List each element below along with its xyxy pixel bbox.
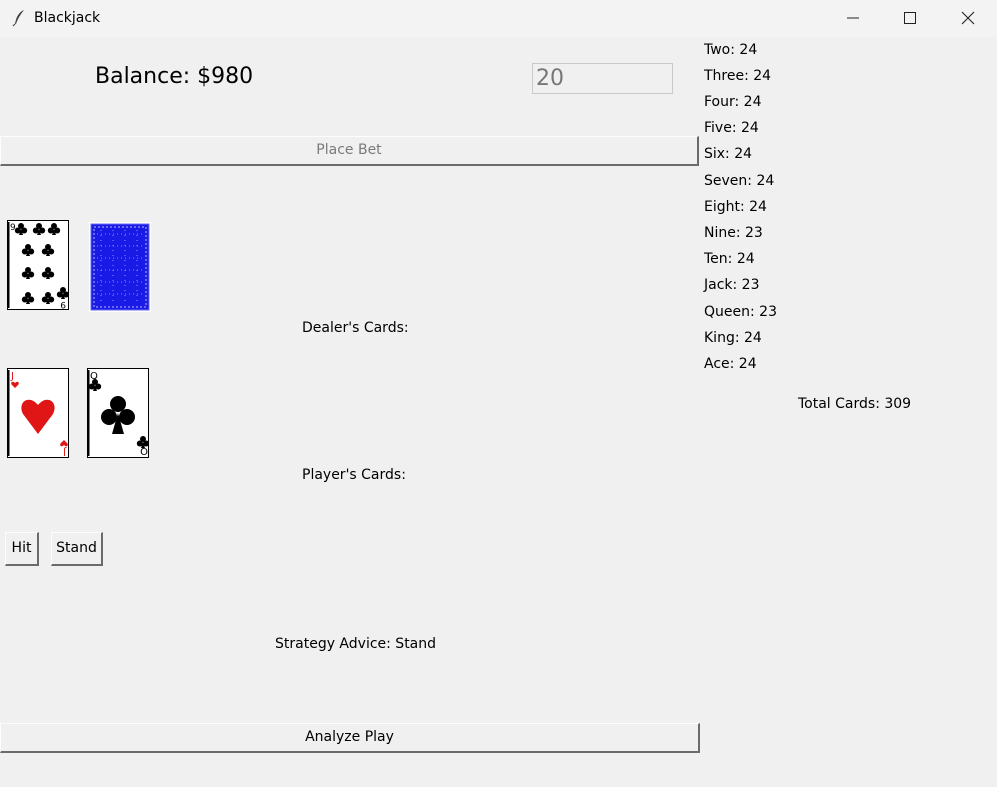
- count-ace: Ace: 24: [704, 356, 757, 372]
- maximize-button[interactable]: [881, 0, 939, 37]
- count-two: Two: 24: [704, 42, 758, 58]
- svg-text:9: 9: [60, 299, 66, 309]
- feather-icon: [12, 9, 26, 27]
- count-nine: Nine: 23: [704, 225, 763, 241]
- bet-input[interactable]: [532, 63, 673, 94]
- count-five: Five: 24: [704, 120, 759, 136]
- strategy-advice-label: Strategy Advice: Stand: [275, 636, 437, 652]
- close-button[interactable]: [939, 0, 997, 37]
- count-six: Six: 24: [704, 146, 753, 162]
- count-three: Three: 24: [704, 68, 772, 84]
- svg-text:Q: Q: [140, 445, 148, 456]
- minimize-button[interactable]: [824, 0, 882, 37]
- svg-text:J: J: [63, 446, 67, 457]
- count-eight: Eight: 24: [704, 199, 767, 215]
- place-bet-button[interactable]: Place Bet: [0, 136, 699, 166]
- dealer-card-back: [89, 222, 151, 312]
- analyze-play-button[interactable]: Analyze Play: [0, 723, 700, 753]
- hit-button[interactable]: Hit: [5, 532, 39, 566]
- stand-button[interactable]: Stand: [51, 532, 103, 566]
- count-seven: Seven: 24: [704, 173, 775, 189]
- count-king: King: 24: [704, 330, 762, 346]
- balance-label: Balance: $980: [95, 64, 254, 89]
- window-title: Blackjack: [34, 10, 101, 26]
- player-card-jack-of-hearts: J J: [7, 368, 69, 458]
- count-jack: Jack: 23: [704, 277, 760, 293]
- maximize-icon: [904, 12, 916, 24]
- player-card-queen-of-clubs: Q Q: [87, 368, 150, 458]
- player-cards-label: Player's Cards:: [302, 467, 406, 483]
- close-icon: [961, 11, 975, 25]
- dealer-cards-label: Dealer's Cards:: [302, 320, 409, 336]
- count-ten: Ten: 24: [704, 251, 755, 267]
- total-cards-label: Total Cards: 309: [798, 396, 912, 412]
- count-queen: Queen: 23: [704, 304, 777, 320]
- svg-text:J: J: [10, 371, 14, 382]
- minimize-icon: [847, 17, 859, 19]
- count-four: Four: 24: [704, 94, 762, 110]
- dealer-card-nine-of-clubs: 9 9: [7, 220, 70, 310]
- title-bar: Blackjack: [0, 0, 997, 37]
